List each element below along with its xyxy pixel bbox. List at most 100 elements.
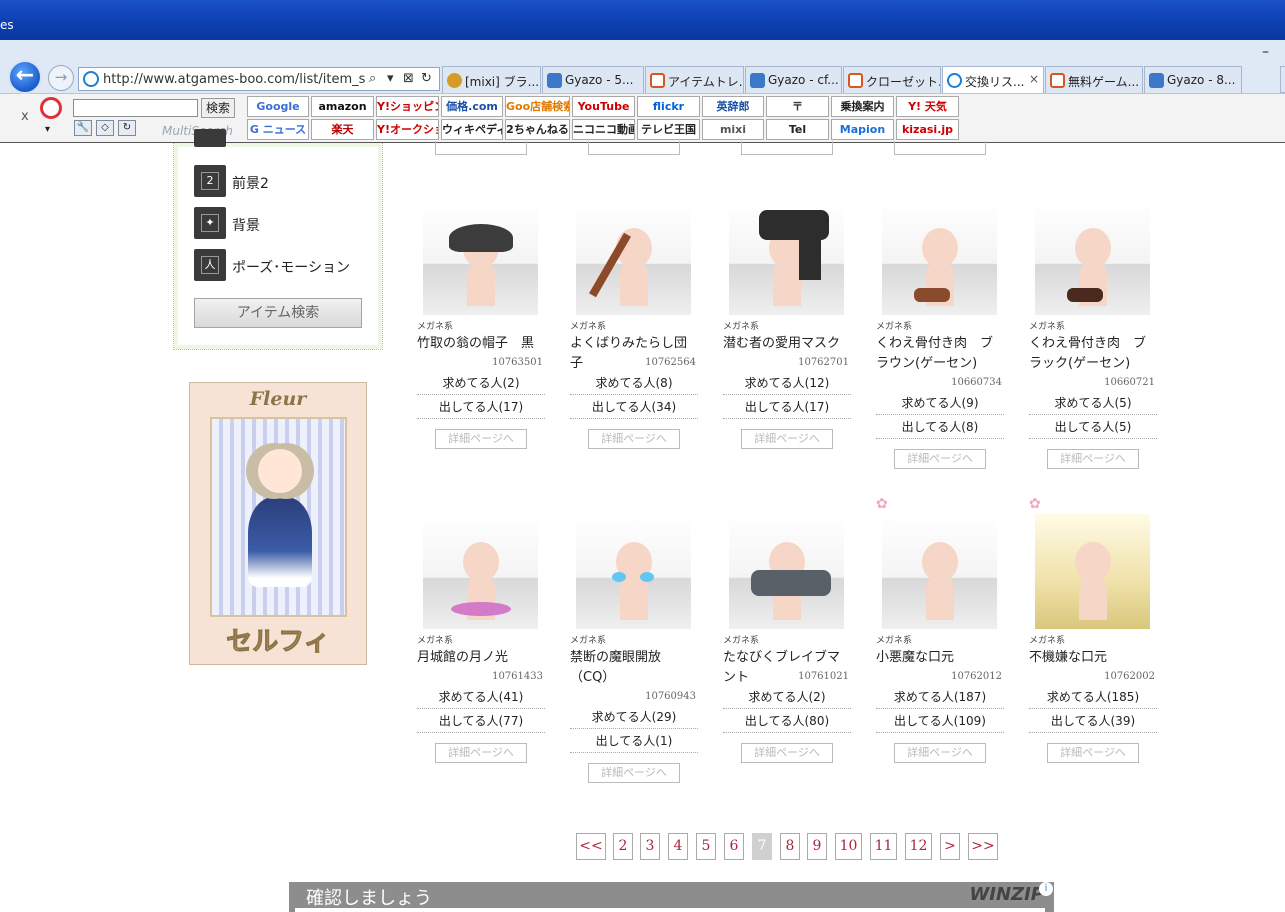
detail-page-button[interactable]: 詳細ページへ [741, 429, 833, 449]
quick-link-row2-5[interactable]: 2ちゃんねる [505, 119, 570, 140]
sync-icon[interactable]: ↻ [118, 120, 136, 136]
item-thumbnail[interactable] [882, 514, 997, 629]
quick-link-1[interactable]: Google [247, 96, 309, 117]
want-count-link[interactable]: 求めてる人(187) [876, 686, 1004, 709]
want-count-link[interactable]: 求めてる人(5) [1029, 392, 1157, 415]
close-tab-icon[interactable]: × [1029, 72, 1039, 86]
page-link[interactable]: 2 [613, 833, 633, 860]
quick-link-row2-9[interactable]: Tel [766, 119, 829, 140]
tab-7[interactable]: 無料ゲーム... [1045, 66, 1143, 93]
partial-detail-button[interactable] [435, 141, 527, 155]
item-name[interactable]: 不機嫌な口元 [1029, 648, 1157, 668]
page-link[interactable]: 5 [696, 833, 716, 860]
quick-link-11[interactable]: Y! 天気 [896, 96, 959, 117]
page-link[interactable]: 9 [807, 833, 827, 860]
detail-page-button[interactable]: 詳細ページへ [894, 449, 986, 469]
eraser-icon[interactable]: ◇ [96, 120, 114, 136]
item-thumbnail[interactable] [882, 200, 997, 315]
page-link[interactable]: 10 [835, 833, 862, 860]
item-name[interactable]: くわえ骨付き肉 ブラック(ゲーセン) [1029, 334, 1157, 374]
quick-link-4[interactable]: 価格.com [441, 96, 503, 117]
detail-page-button[interactable]: 詳細ページへ [588, 763, 680, 783]
quick-link-row2-10[interactable]: Mapion [831, 119, 894, 140]
have-count-link[interactable]: 出してる人(8) [876, 416, 1004, 439]
back-button[interactable]: ← [8, 60, 42, 94]
quick-link-row2-8[interactable]: mixi [702, 119, 764, 140]
toolbar-search-button[interactable]: 検索 [201, 98, 235, 118]
have-count-link[interactable]: 出してる人(17) [417, 396, 545, 419]
have-count-link[interactable]: 出してる人(80) [723, 710, 851, 733]
have-count-link[interactable]: 出してる人(34) [570, 396, 698, 419]
partial-detail-button[interactable] [588, 141, 680, 155]
item-name[interactable]: よくばりみたらし団子 [570, 334, 698, 374]
wrench-icon[interactable]: 🔧 [74, 120, 92, 136]
quick-link-row2-1[interactable]: G ニュース [247, 119, 309, 140]
item-thumbnail[interactable] [576, 514, 691, 629]
want-count-link[interactable]: 求めてる人(9) [876, 392, 1004, 415]
have-count-link[interactable]: 出してる人(1) [570, 730, 698, 753]
quick-link-2[interactable]: amazon [311, 96, 374, 117]
have-count-link[interactable]: 出してる人(77) [417, 710, 545, 733]
page-link[interactable]: 11 [870, 833, 897, 860]
page-link[interactable]: >> [968, 833, 998, 860]
compat-view-icon[interactable]: ⊠ [403, 71, 414, 86]
quick-link-5[interactable]: Goo店舗検索 [505, 96, 570, 117]
partial-detail-button[interactable] [894, 141, 986, 155]
item-name[interactable]: 月城館の月ノ光 [417, 648, 545, 668]
forward-button[interactable]: → [48, 65, 74, 91]
partial-category-icon[interactable] [194, 129, 226, 147]
item-name[interactable]: 潜む者の愛用マスク [723, 334, 851, 354]
quick-link-row2-4[interactable]: ウィキペディア [441, 119, 503, 140]
item-thumbnail[interactable] [1035, 514, 1150, 629]
have-count-link[interactable]: 出してる人(17) [723, 396, 851, 419]
detail-page-button[interactable]: 詳細ページへ [435, 429, 527, 449]
want-count-link[interactable]: 求めてる人(2) [417, 372, 545, 395]
tab-2[interactable]: Gyazo - 5... [542, 66, 644, 93]
address-bar[interactable]: http://www.atgames-boo.com/list/item_sea… [78, 67, 440, 91]
page-link[interactable]: 8 [780, 833, 800, 860]
tab-5[interactable]: クローゼット... [843, 66, 941, 93]
address-url[interactable]: http://www.atgames-boo.com/list/item_sea… [103, 72, 365, 87]
tab-1[interactable]: [mixi] ブラ... [442, 66, 541, 93]
ad-banner[interactable]: 確認しましょう WINZIP i [289, 882, 1054, 912]
quick-link-10[interactable]: 乗換案内 [831, 96, 894, 117]
page-link[interactable]: 4 [668, 833, 688, 860]
partial-detail-button[interactable] [741, 141, 833, 155]
quick-link-8[interactable]: 英辞郎 [702, 96, 764, 117]
want-count-link[interactable]: 求めてる人(41) [417, 686, 545, 709]
item-thumbnail[interactable] [729, 514, 844, 629]
tab-6[interactable]: 交換リス... × [942, 66, 1044, 93]
quick-link-row2-6[interactable]: ニコニコ動画 [572, 119, 635, 140]
toolbar-close-button[interactable]: x [21, 109, 29, 124]
page-link[interactable]: 6 [724, 833, 744, 860]
have-count-link[interactable]: 出してる人(109) [876, 710, 1004, 733]
item-thumbnail[interactable] [576, 200, 691, 315]
item-search-button[interactable]: アイテム検索 [194, 298, 362, 328]
item-name[interactable]: 禁断の魔眼開放（CQ） [570, 648, 698, 688]
item-name[interactable]: くわえ骨付き肉 ブラウン(ゲーセン) [876, 334, 1004, 374]
refresh-icon[interactable]: ↻ [421, 71, 432, 86]
page-link[interactable]: 3 [640, 833, 660, 860]
want-count-link[interactable]: 求めてる人(29) [570, 706, 698, 729]
toolbar-menu-arrow-icon[interactable]: ▾ [45, 124, 50, 135]
quick-link-6[interactable]: YouTube [572, 96, 635, 117]
page-link[interactable]: << [576, 833, 606, 860]
want-count-link[interactable]: 求めてる人(8) [570, 372, 698, 395]
ad-info-icon[interactable]: i [1039, 882, 1053, 896]
page-link[interactable]: > [940, 833, 960, 860]
quick-link-row2-3[interactable]: Y!オークション [376, 119, 439, 140]
selfie-banner[interactable]: Fleur セルフィ [189, 382, 367, 665]
item-thumbnail[interactable] [423, 514, 538, 629]
item-name[interactable]: たなびくブレイブマント [723, 648, 851, 688]
detail-page-button[interactable]: 詳細ページへ [435, 743, 527, 763]
quick-link-7[interactable]: flickr [637, 96, 700, 117]
multisearch-logo-icon[interactable] [40, 97, 62, 119]
detail-page-button[interactable]: 詳細ページへ [1047, 449, 1139, 469]
want-count-link[interactable]: 求めてる人(185) [1029, 686, 1157, 709]
have-count-link[interactable]: 出してる人(5) [1029, 416, 1157, 439]
have-count-link[interactable]: 出してる人(39) [1029, 710, 1157, 733]
quick-link-row2-2[interactable]: 楽天 [311, 119, 374, 140]
detail-page-button[interactable]: 詳細ページへ [741, 743, 833, 763]
page-link[interactable]: 12 [905, 833, 932, 860]
minimize-button[interactable]: – [1262, 44, 1269, 60]
